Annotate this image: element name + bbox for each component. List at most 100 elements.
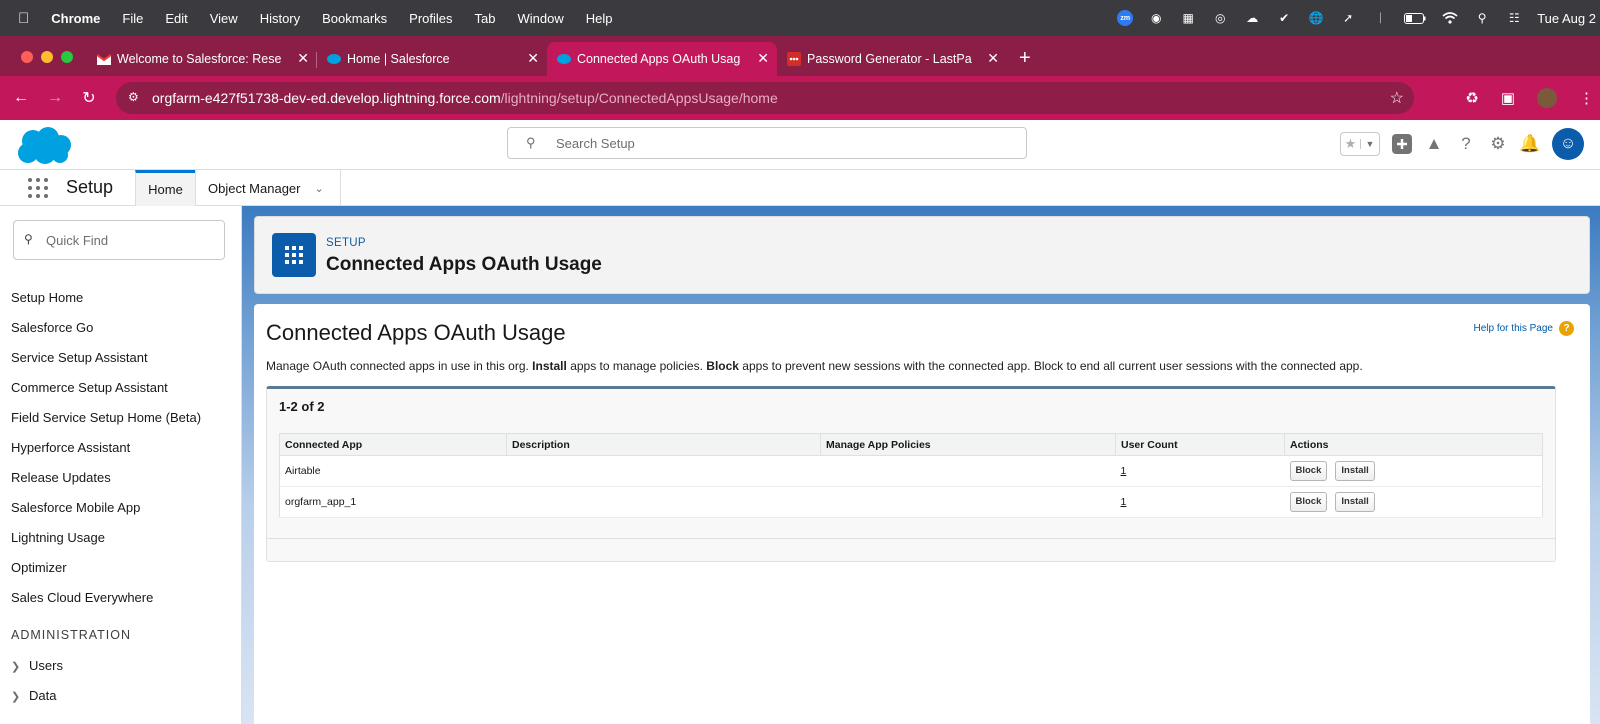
search-setup-input[interactable]: ⚲ Search Setup <box>507 127 1027 159</box>
browser-tab-strip: Welcome to Salesforce: Rese ✕ Home | Sal… <box>0 36 1600 76</box>
block-button[interactable]: Block <box>1289 492 1328 512</box>
close-tab-icon[interactable]: ✕ <box>297 50 309 67</box>
sidebar-item-salesforce-go[interactable]: Salesforce Go <box>11 320 93 335</box>
cell-manage-app-policies <box>820 486 1116 518</box>
column-header-connected-app[interactable]: Connected App <box>279 433 507 456</box>
sidebar-item-lightning-usage[interactable]: Lightning Usage <box>11 530 105 545</box>
record-icon[interactable]: ◎ <box>1211 9 1229 27</box>
menu-app-name[interactable]: Chrome <box>51 11 100 26</box>
chevron-right-icon: ❯ <box>11 691 21 703</box>
site-info-icon[interactable]: ⚙ <box>128 90 139 104</box>
reload-icon[interactable]: ↻ <box>72 88 106 108</box>
new-tab-button[interactable]: + <box>1007 47 1043 76</box>
teams-icon[interactable]: ▦ <box>1179 9 1197 27</box>
forward-arrow-icon[interactable]: → <box>38 89 72 107</box>
sidebar-item-sales-cloud-everywhere[interactable]: Sales Cloud Everywhere <box>11 590 153 605</box>
menu-edit[interactable]: Edit <box>165 11 187 26</box>
apple-icon[interactable]:  <box>18 10 29 27</box>
sidebar-item-setup-home[interactable]: Setup Home <box>11 290 83 305</box>
setup-navigation-bar: Setup Home Object Manager ⌄ <box>0 170 1600 206</box>
sidebar-group-data[interactable]: ❯ Data <box>11 688 56 703</box>
cell-actions: Block Install <box>1284 455 1543 487</box>
globe-icon[interactable]: 🌐 <box>1307 9 1325 27</box>
sidebar-item-salesforce-mobile-app[interactable]: Salesforce Mobile App <box>11 500 140 515</box>
profile-avatar[interactable] <box>1537 88 1557 108</box>
address-bar[interactable]: ⚙ orgfarm-e427f51738-dev-ed.develop.ligh… <box>116 82 1414 114</box>
menu-tab[interactable]: Tab <box>475 11 496 26</box>
minimize-window-button[interactable] <box>41 51 53 63</box>
browser-tab-home-salesforce[interactable]: Home | Salesforce ✕ <box>317 42 547 76</box>
user-count-link[interactable]: 1 <box>1115 486 1285 518</box>
menu-profiles[interactable]: Profiles <box>409 11 452 26</box>
sidebar-item-release-updates[interactable]: Release Updates <box>11 470 111 485</box>
sidebar-item-field-service-setup[interactable]: Field Service Setup Home (Beta) <box>11 410 201 425</box>
column-header-user-count[interactable]: User Count <box>1115 433 1285 456</box>
global-actions-icon[interactable] <box>1392 134 1412 154</box>
maximize-window-button[interactable] <box>61 51 73 63</box>
app-launcher-icon[interactable] <box>28 178 48 198</box>
notifications-bell-icon[interactable]: 🔔 <box>1519 134 1540 154</box>
column-header-manage-app-policies[interactable]: Manage App Policies <box>820 433 1116 456</box>
menu-help[interactable]: Help <box>586 11 613 26</box>
menu-window[interactable]: Window <box>518 11 564 26</box>
help-icon[interactable]: ? <box>1456 134 1476 154</box>
star-icon: ★ <box>1344 136 1357 151</box>
bookmark-star-icon[interactable]: ☆ <box>1390 88 1404 108</box>
menu-bookmarks[interactable]: Bookmarks <box>322 11 387 26</box>
favorites-button[interactable]: ★ ▼ <box>1340 132 1380 156</box>
close-window-button[interactable] <box>21 51 33 63</box>
browser-tab-gmail[interactable]: Welcome to Salesforce: Rese ✕ <box>87 42 317 76</box>
salesforce-logo[interactable] <box>16 126 72 166</box>
spotlight-icon[interactable]: ⚲ <box>1473 9 1491 27</box>
menu-clock[interactable]: Tue Aug 2 <box>1537 11 1596 26</box>
cloud-status-icon[interactable]: ☁ <box>1243 9 1261 27</box>
cell-description <box>506 455 821 487</box>
column-header-actions: Actions <box>1284 433 1543 456</box>
browser-tab-connected-apps[interactable]: Connected Apps OAuth Usag ✕ <box>547 42 777 76</box>
close-tab-icon[interactable]: ✕ <box>527 50 539 67</box>
page-description: Manage OAuth connected apps in use in th… <box>266 359 1363 373</box>
close-tab-icon[interactable]: ✕ <box>987 50 999 67</box>
sidebar-item-service-setup-assistant[interactable]: Service Setup Assistant <box>11 350 148 365</box>
close-tab-icon[interactable]: ✕ <box>757 50 769 67</box>
check-circle-icon[interactable]: ✔ <box>1275 9 1293 27</box>
back-arrow-icon[interactable]: ← <box>4 89 38 107</box>
pin-icon[interactable]: ➚ <box>1339 9 1357 27</box>
install-button[interactable]: Install <box>1335 492 1375 512</box>
user-avatar[interactable]: ☺ <box>1552 128 1584 160</box>
tab-search-icon[interactable]: ▣ <box>1501 89 1515 107</box>
menu-history[interactable]: History <box>260 11 300 26</box>
control-center-icon[interactable]: ☷ <box>1505 9 1523 27</box>
quick-find-input[interactable]: ⚲ Quick Find <box>13 220 225 260</box>
battery-icon[interactable] <box>1403 9 1427 27</box>
chevron-down-icon[interactable]: ⌄ <box>315 182 324 195</box>
cell-actions: Block Install <box>1284 486 1543 518</box>
block-button[interactable]: Block <box>1289 461 1328 481</box>
setup-gear-icon[interactable]: ⚙ <box>1488 134 1508 154</box>
sidebar-item-hyperforce-assistant[interactable]: Hyperforce Assistant <box>11 440 130 455</box>
related-list-box: 1-2 of 2 Connected App Description Manag… <box>266 386 1556 562</box>
status-app-icon[interactable]: ◉ <box>1147 9 1165 27</box>
install-button[interactable]: Install <box>1335 461 1375 481</box>
help-for-this-page-link[interactable]: Help for this Page ? <box>1474 321 1574 336</box>
sidebar-group-users[interactable]: ❯ Users <box>11 658 63 673</box>
menu-file[interactable]: File <box>122 11 143 26</box>
chevron-down-icon: ▼ <box>1359 139 1379 149</box>
bluetooth-icon[interactable]: ᛁ <box>1371 9 1389 27</box>
wifi-icon[interactable] <box>1441 9 1459 27</box>
chrome-menu-icon[interactable]: ⋮ <box>1579 89 1594 107</box>
browser-tab-lastpass[interactable]: Password Generator - LastPa ✕ <box>777 42 1007 76</box>
sidebar-item-commerce-setup-assistant[interactable]: Commerce Setup Assistant <box>11 380 168 395</box>
column-header-description[interactable]: Description <box>506 433 821 456</box>
tab-home[interactable]: Home <box>135 170 195 206</box>
user-count-link[interactable]: 1 <box>1115 455 1285 487</box>
tab-title: Home | Salesforce <box>347 52 450 66</box>
zoom-icon[interactable]: zm <box>1117 10 1134 26</box>
menu-view[interactable]: View <box>210 11 238 26</box>
extensions-icon[interactable]: ♻ <box>1465 89 1478 107</box>
trailhead-icon[interactable]: ▲ <box>1424 134 1444 154</box>
salesforce-global-header: ⚲ Search Setup ★ ▼ ▲ ? ⚙ 🔔 ☺ <box>0 120 1600 170</box>
tab-object-manager[interactable]: Object Manager ⌄ <box>195 170 341 206</box>
quick-find-placeholder: Quick Find <box>46 232 109 248</box>
sidebar-item-optimizer[interactable]: Optimizer <box>11 560 67 575</box>
